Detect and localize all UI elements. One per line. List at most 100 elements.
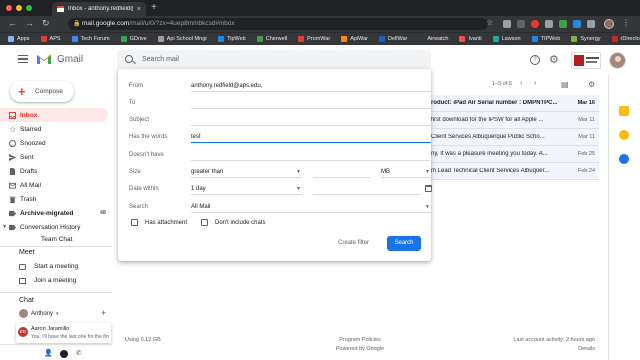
- nav-item-trash[interactable]: Trash: [0, 192, 112, 206]
- has-attachment-option[interactable]: Has attachment: [131, 219, 187, 226]
- bookmark-item[interactable]: Apps: [8, 36, 30, 42]
- browser-menu-icon[interactable]: ⋮: [622, 18, 630, 27]
- minimize-window-button[interactable]: [16, 5, 22, 11]
- bookmark-item[interactable]: Lawson: [492, 36, 521, 42]
- bookmark-item[interactable]: ApiWar: [341, 36, 368, 42]
- expand-caret-icon[interactable]: ▼: [2, 224, 7, 230]
- help-icon[interactable]: ?: [530, 55, 540, 65]
- size-value-input[interactable]: [313, 167, 370, 178]
- bookmark-item[interactable]: Airwatch: [418, 36, 448, 42]
- email-row[interactable]: m Lead Technical Client Services Albuque…: [431, 163, 599, 180]
- new-chat-button[interactable]: +: [101, 308, 106, 318]
- date-input[interactable]: [313, 184, 421, 195]
- bookmark-item[interactable]: PromWar: [298, 36, 330, 42]
- bookmark-item[interactable]: DellWar: [379, 36, 407, 42]
- bookmark-item[interactable]: APS: [40, 36, 61, 42]
- bookmark-item[interactable]: Cherwell: [256, 36, 287, 42]
- nav-item-drafts[interactable]: Drafts: [0, 164, 112, 178]
- calendar-icon[interactable]: [619, 106, 629, 116]
- bookmark-favicon-icon: [8, 36, 14, 42]
- chat-status[interactable]: Anthony ▾: [19, 309, 59, 318]
- nav-item-team-chat[interactable]: Team Chat: [0, 234, 112, 244]
- program-policies-link[interactable]: Program Policies: [310, 336, 410, 345]
- chat-bubble-icon[interactable]: [60, 350, 68, 358]
- details-link[interactable]: Details: [505, 345, 595, 354]
- has-attachment-checkbox[interactable]: [131, 219, 138, 226]
- browser-profile-avatar[interactable]: [604, 19, 614, 29]
- person-icon[interactable]: 👤: [44, 349, 53, 357]
- older-page-icon[interactable]: ›: [534, 80, 536, 87]
- nav-item-archive-migrated[interactable]: Archive-migrated 48: [0, 206, 112, 220]
- size-unit-select[interactable]: MB ▼: [381, 167, 431, 178]
- bookmark-item[interactable]: Synergy: [571, 36, 601, 42]
- date-within-select[interactable]: 1 day ▼: [191, 184, 302, 195]
- bookmark-item[interactable]: Api School Mngr: [157, 36, 207, 42]
- extension-icon[interactable]: [559, 20, 567, 28]
- extension-icon[interactable]: [573, 20, 581, 28]
- bookmark-favicon-icon: [341, 36, 348, 42]
- search-bar[interactable]: Search mail: [117, 50, 431, 71]
- browser-tab[interactable]: Inbox - anthony.redfield@aps.edu ×: [52, 2, 146, 16]
- settings-gear-icon[interactable]: ⚙: [549, 53, 559, 66]
- address-bar[interactable]: 🔒 mail.google.com/mail/u/0/?zx=4uep8mmbk…: [68, 18, 488, 30]
- calendar-icon[interactable]: [425, 185, 432, 192]
- nav-item-all-mail[interactable]: All Mail: [0, 178, 112, 192]
- nav-item-conversation-history[interactable]: ▼ Conversation History: [0, 220, 112, 234]
- no-chats-checkbox[interactable]: [201, 219, 208, 226]
- maximize-window-button[interactable]: [26, 5, 32, 11]
- email-row[interactable]: Client Services Albuquerque Public Scho.…: [431, 129, 599, 146]
- subject-row: Subject: [129, 115, 431, 127]
- settings-icon[interactable]: ⚙: [588, 80, 595, 89]
- reload-icon[interactable]: ↻: [42, 18, 50, 29]
- doesnt-have-input[interactable]: [191, 150, 431, 161]
- tasks-icon[interactable]: [619, 154, 629, 164]
- doesnt-have-row: Doesn't have: [129, 150, 431, 162]
- search-icon[interactable]: [125, 55, 133, 63]
- chat-conversation-item[interactable]: ED Aaron Jaramillo You: I'll have the la…: [16, 323, 111, 343]
- nav-item-starred[interactable]: ☆ Starred: [0, 122, 112, 136]
- create-filter-button[interactable]: Create filter: [338, 240, 369, 246]
- nav-item-sent[interactable]: Sent: [0, 150, 112, 164]
- join-meeting-item[interactable]: Join a meeting: [19, 277, 76, 284]
- extension-icon[interactable]: [545, 20, 553, 28]
- has-words-input[interactable]: test: [191, 132, 431, 143]
- extension-icon[interactable]: [517, 20, 525, 28]
- from-input[interactable]: anthony.redfield@aps.edu,: [191, 81, 431, 92]
- email-row[interactable]: first download for the IPSW for all Appl…: [431, 112, 599, 129]
- extension-icon[interactable]: [531, 20, 539, 28]
- bookmark-item[interactable]: TIPWeb: [531, 36, 560, 42]
- size-operator-select[interactable]: greater than ▼: [191, 167, 302, 178]
- search-in-select[interactable]: All Mail ▼: [191, 202, 431, 213]
- forward-icon[interactable]: →: [25, 18, 34, 28]
- nav-item-snoozed[interactable]: Snoozed: [0, 136, 112, 150]
- extensions-puzzle-icon[interactable]: [587, 20, 595, 28]
- bookmark-item[interactable]: rDirectory: [611, 36, 640, 42]
- close-window-button[interactable]: [6, 5, 12, 11]
- input-tools-icon[interactable]: ▤: [561, 80, 569, 89]
- compose-button[interactable]: + Compose: [10, 81, 74, 102]
- newer-page-icon[interactable]: ‹: [520, 80, 522, 87]
- new-tab-button[interactable]: +: [151, 2, 157, 13]
- bookmark-item[interactable]: TipWeb: [218, 36, 246, 42]
- bookmark-item[interactable]: GDrive: [120, 36, 147, 42]
- search-input[interactable]: Search mail: [142, 56, 179, 63]
- nav-item-inbox[interactable]: Inbox: [0, 108, 108, 122]
- email-row[interactable]: roduct: iPad Air Serial number : DMPNTPC…: [431, 95, 599, 112]
- phone-icon[interactable]: ✆: [76, 349, 82, 357]
- bookmark-favicon-icon: [120, 36, 127, 42]
- subject-input[interactable]: [191, 115, 431, 126]
- email-row[interactable]: ny, It was a pleasure meeting you today.…: [431, 146, 599, 163]
- account-avatar[interactable]: [609, 52, 626, 69]
- extension-icon[interactable]: [503, 20, 511, 28]
- back-icon[interactable]: ←: [8, 18, 17, 28]
- bookmark-star-icon[interactable]: ☆: [486, 18, 493, 27]
- search-button[interactable]: Search: [387, 236, 421, 251]
- bookmark-item[interactable]: Ivanti: [459, 36, 482, 42]
- keep-icon[interactable]: [619, 130, 629, 140]
- main-menu-icon[interactable]: [18, 55, 28, 65]
- close-tab-icon[interactable]: ×: [137, 6, 141, 13]
- no-chats-option[interactable]: Don't include chats: [201, 219, 266, 226]
- start-meeting-item[interactable]: Start a meeting: [19, 263, 78, 270]
- to-input[interactable]: [191, 98, 431, 109]
- bookmark-item[interactable]: Tech Forum: [71, 36, 110, 42]
